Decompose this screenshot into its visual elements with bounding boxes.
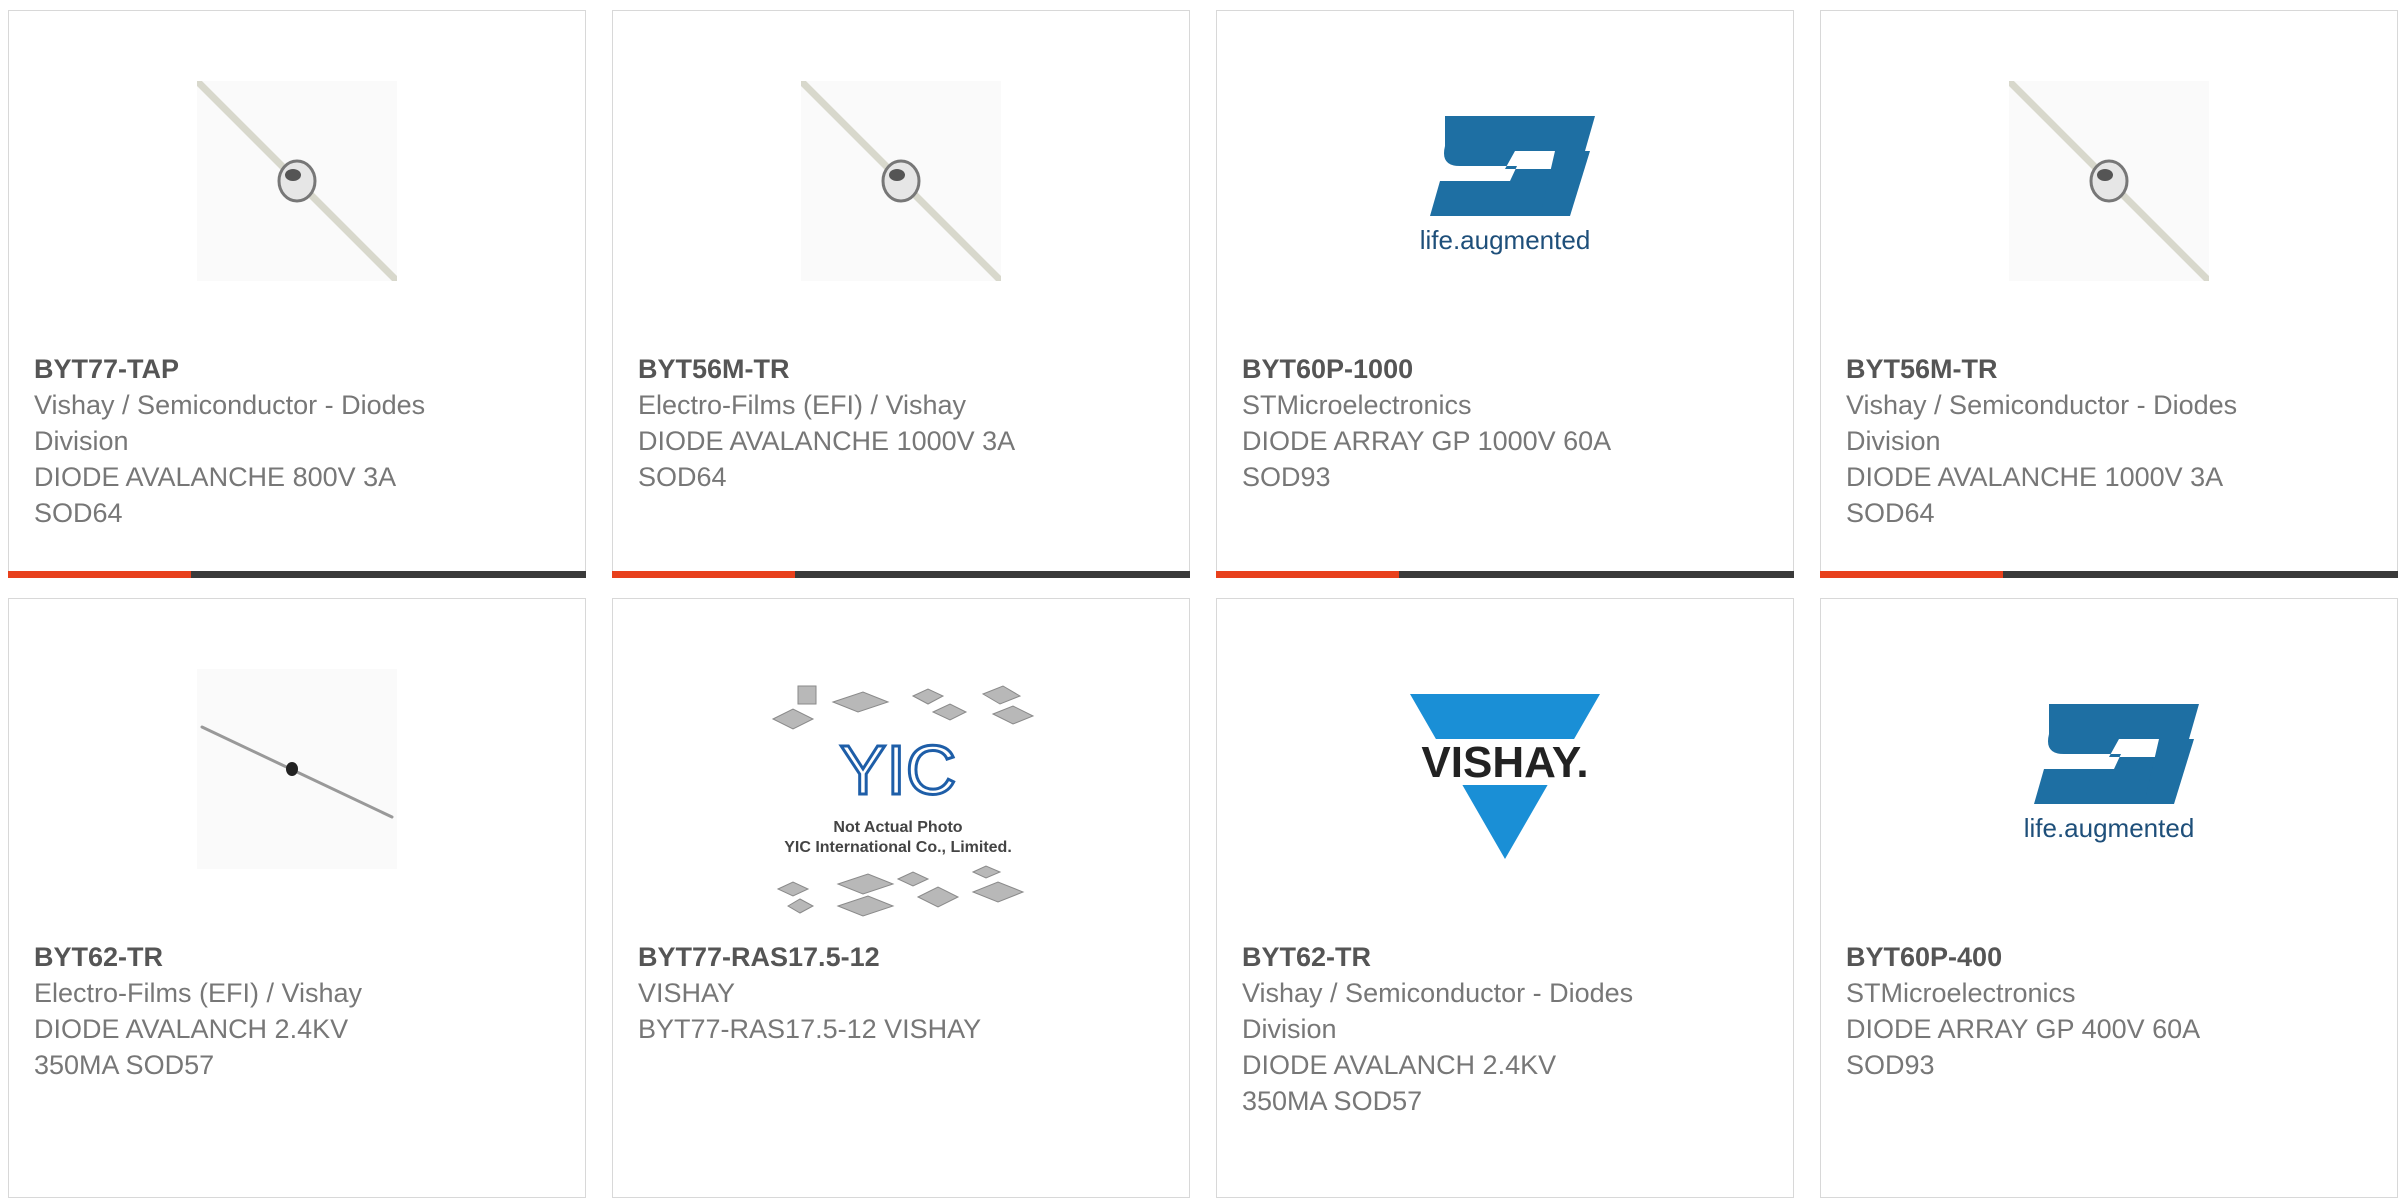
part-number[interactable]: BYT62-TR	[1242, 939, 1762, 975]
part-number[interactable]: BYT56M-TR	[1846, 351, 2366, 387]
product-grid: BYT77-TAP Vishay / Semiconductor - Diode…	[8, 10, 2400, 578]
card-accent-bar	[8, 571, 191, 578]
st-logo-icon: life.augmented	[1420, 116, 1595, 255]
card-bottom-bar	[612, 571, 1190, 578]
manufacturer-cont: Division	[34, 426, 129, 456]
product-card[interactable]: BYT56M-TR Electro-Films (EFI) / Vishay D…	[612, 10, 1190, 578]
product-image[interactable]: life.augmented	[2009, 669, 2209, 869]
axial-diode-icon	[2009, 81, 2209, 281]
manufacturer: Electro-Films (EFI) / Vishay	[638, 390, 967, 420]
package: SOD64	[34, 498, 123, 528]
package: SOD64	[638, 462, 727, 492]
product-card[interactable]: BYT56M-TR Vishay / Semiconductor - Diode…	[1820, 10, 2398, 578]
part-number[interactable]: BYT77-TAP	[34, 351, 554, 387]
description: DIODE AVALANCH 2.4KV	[34, 1014, 349, 1044]
axial-diode-icon	[197, 81, 397, 281]
part-number[interactable]: BYT60P-400	[1846, 939, 2366, 975]
manufacturer: STMicroelectronics	[1846, 978, 2076, 1008]
product-image[interactable]	[801, 81, 1001, 281]
svg-text:YIC International Co., Limited: YIC International Co., Limited.	[784, 839, 1012, 856]
product-card[interactable]: BYT77-TAP Vishay / Semiconductor - Diode…	[8, 10, 586, 578]
description: DIODE AVALANCH 2.4KV	[1242, 1050, 1557, 1080]
product-image[interactable]	[197, 81, 397, 281]
svg-text:VISHAY.: VISHAY.	[1421, 738, 1588, 787]
description: DIODE ARRAY GP 1000V 60A	[1242, 426, 1612, 456]
package: SOD93	[1242, 462, 1331, 492]
product-image[interactable]	[2009, 81, 2209, 281]
card-bottom-bar	[1820, 571, 2398, 578]
svg-text:life.augmented: life.augmented	[1420, 225, 1591, 255]
product-grid-row-2: BYT62-TR Electro-Films (EFI) / Vishay DI…	[8, 598, 2400, 1198]
manufacturer: Vishay / Semiconductor - Diodes	[1846, 390, 2238, 420]
package: 350MA SOD57	[1242, 1086, 1423, 1116]
description: DIODE ARRAY GP 400V 60A	[1846, 1014, 2201, 1044]
card-accent-bar	[612, 571, 795, 578]
package: 350MA SOD57	[34, 1050, 215, 1080]
description: DIODE AVALANCHE 800V 3A	[34, 462, 397, 492]
product-card[interactable]: life.augmented BYT60P-400 STMicroelectro…	[1820, 598, 2398, 1198]
manufacturer-cont: Division	[1242, 1014, 1337, 1044]
description: DIODE AVALANCHE 1000V 3A	[638, 426, 1016, 456]
axial-diode-icon	[801, 81, 1001, 281]
product-image[interactable]	[197, 669, 397, 869]
product-image[interactable]: life.augmented	[1405, 81, 1605, 281]
manufacturer: Vishay / Semiconductor - Diodes	[1242, 978, 1634, 1008]
manufacturer: VISHAY	[638, 978, 736, 1008]
part-number[interactable]: BYT77-RAS17.5-12	[638, 939, 1158, 975]
small-axial-diode-icon	[200, 725, 394, 819]
product-image[interactable]: VISHAY.	[1405, 669, 1605, 869]
manufacturer: Vishay / Semiconductor - Diodes	[34, 390, 426, 420]
card-bottom-bar	[8, 571, 586, 578]
product-card[interactable]: BYT62-TR Electro-Films (EFI) / Vishay DI…	[8, 598, 586, 1198]
card-bottom-bar	[1216, 571, 1794, 578]
description: DIODE AVALANCHE 1000V 3A	[1846, 462, 2224, 492]
ic-package-placeholder-icon: YIC Not Actual Photo YIC International C…	[771, 685, 1035, 917]
product-card[interactable]: life.augmented BYT60P-1000 STMicroelectr…	[1216, 10, 1794, 578]
svg-text:Not Actual Photo: Not Actual Photo	[833, 819, 962, 836]
part-number[interactable]: BYT60P-1000	[1242, 351, 1762, 387]
package: SOD93	[1846, 1050, 1935, 1080]
product-card[interactable]: YIC Not Actual Photo YIC International C…	[612, 598, 1190, 1198]
part-number[interactable]: BYT56M-TR	[638, 351, 1158, 387]
package: SOD64	[1846, 498, 1935, 528]
manufacturer: Electro-Films (EFI) / Vishay	[34, 978, 363, 1008]
product-image[interactable]: YIC Not Actual Photo YIC International C…	[768, 684, 1038, 924]
description: BYT77-RAS17.5-12 VISHAY	[638, 1014, 982, 1044]
manufacturer-cont: Division	[1846, 426, 1941, 456]
product-card[interactable]: VISHAY. BYT62-TR Vishay / Semiconductor …	[1216, 598, 1794, 1198]
svg-text:YIC: YIC	[840, 731, 957, 809]
svg-text:life.augmented: life.augmented	[2024, 813, 2195, 843]
card-accent-bar	[1216, 571, 1399, 578]
card-accent-bar	[1820, 571, 2003, 578]
st-logo-icon: life.augmented	[2024, 704, 2199, 843]
part-number[interactable]: BYT62-TR	[34, 939, 554, 975]
vishay-logo-icon: VISHAY.	[1405, 694, 1605, 859]
manufacturer: STMicroelectronics	[1242, 390, 1472, 420]
